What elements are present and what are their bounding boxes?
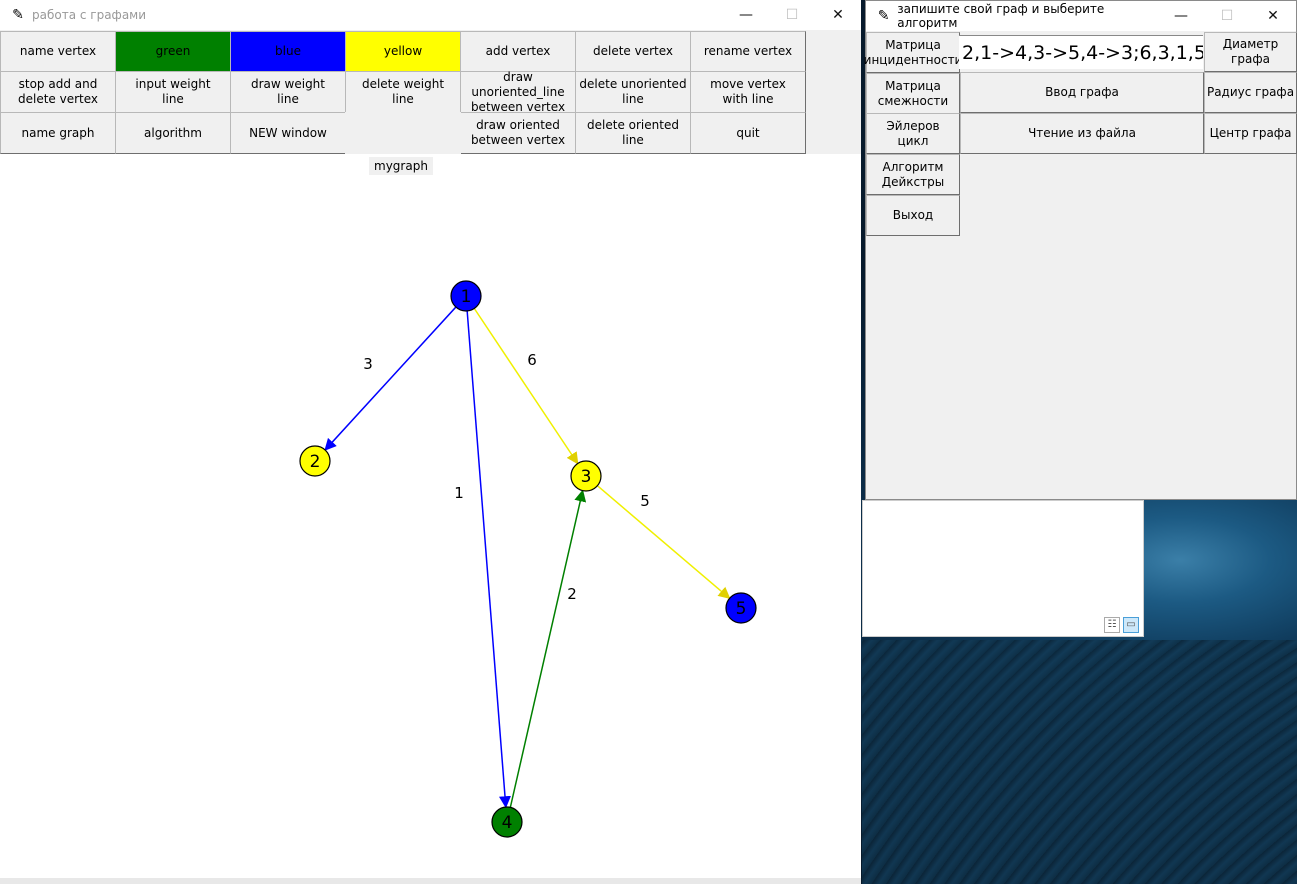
maximize-button[interactable]: ☐ [1204, 1, 1250, 31]
details-view-icon[interactable]: ☷ [1104, 617, 1120, 633]
input-graph-button[interactable]: Ввод графа [960, 72, 1204, 113]
new-window-button[interactable]: NEW window [230, 112, 346, 154]
main-titlebar: ✎ работа с графами — ☐ ✕ [0, 0, 861, 30]
vertex-label: 3 [581, 467, 592, 487]
empty-button-slot [345, 112, 461, 154]
feather-icon: ✎ [12, 7, 24, 23]
delete-weight-line-button[interactable]: delete weight line [345, 71, 461, 113]
algorithm-window: ✎ запишите свой граф и выберите алгоритм… [864, 0, 1297, 500]
read-file-button[interactable]: Чтение из файла [960, 113, 1204, 154]
incidence-matrix-button[interactable]: Матрица инцидентности [864, 32, 962, 73]
large-icons-view-icon[interactable]: ▭ [1123, 617, 1139, 633]
move-vertex-button[interactable]: move vertex with line [690, 71, 806, 113]
explorer-window-fragment: ☷ ▭ [862, 500, 1144, 637]
name-vertex-button[interactable]: name vertex [0, 31, 116, 72]
blue-color-button[interactable]: blue [230, 31, 346, 72]
graph-canvas[interactable]: 3 6 1 2 5 1 2 3 4 5 [0, 154, 861, 880]
delete-oriented-line-button[interactable]: delete oriented line [575, 112, 691, 154]
close-button[interactable]: ✕ [1250, 1, 1296, 31]
add-vertex-button[interactable]: add vertex [460, 31, 576, 72]
edge-weight-label: 1 [454, 484, 464, 502]
graph-drawing: 3 6 1 2 5 1 2 3 4 5 [299, 280, 757, 838]
edge-weight-label: 6 [527, 351, 537, 369]
adjacency-matrix-button[interactable]: Матрица смежности [866, 73, 960, 114]
draw-oriented-line-button[interactable]: draw oriented between vertex [460, 112, 576, 154]
edge-1-3[interactable] [473, 308, 579, 465]
graph-input-field[interactable]: 2,1->4,3->5,4->3;6,3,1,5,2 [959, 35, 1203, 69]
draw-unoriented-line-button[interactable]: draw unoriented_line between vertex [460, 70, 576, 114]
rename-vertex-button[interactable]: rename vertex [690, 31, 806, 72]
yellow-color-button[interactable]: yellow [345, 31, 461, 72]
vertex-label: 2 [310, 452, 321, 472]
radius-button[interactable]: Радиус графа [1204, 72, 1297, 113]
maximize-button[interactable]: ☐ [769, 0, 815, 30]
graph-name-label: mygraph [369, 157, 433, 175]
delete-vertex-button[interactable]: delete vertex [575, 31, 691, 72]
stop-add-delete-button[interactable]: stop add and delete vertex [0, 71, 116, 113]
edge-weight-label: 5 [640, 492, 650, 510]
dijkstra-button[interactable]: Алгоритм Дейкстры [866, 154, 960, 195]
diameter-button[interactable]: Диаметр графа [1204, 32, 1297, 72]
algorithm-button[interactable]: algorithm [115, 112, 231, 154]
green-color-button[interactable]: green [115, 31, 231, 72]
edge-1-4[interactable] [466, 310, 511, 809]
exit-button[interactable]: Выход [866, 195, 960, 236]
view-toggle-group: ☷ ▭ [1104, 617, 1139, 633]
close-button[interactable]: ✕ [815, 0, 861, 30]
vertex-label: 5 [736, 599, 747, 619]
draw-weight-line-button[interactable]: draw weight line [230, 71, 346, 113]
vertex-label: 1 [461, 287, 472, 307]
main-window-title: работа с графами [32, 8, 147, 22]
edge-weight-label: 2 [567, 585, 577, 603]
main-window: ✎ работа с графами — ☐ ✕ name vertex gree… [0, 0, 861, 884]
euler-cycle-button[interactable]: Эйлеров цикл [866, 113, 960, 154]
delete-unoriented-line-button[interactable]: delete unoriented line [575, 71, 691, 113]
vertex-label: 4 [502, 813, 513, 833]
name-graph-button[interactable]: name graph [0, 112, 116, 154]
edge-weight-label: 3 [363, 355, 373, 373]
desktop-wallpaper-texture [862, 640, 1297, 884]
algo-titlebar: ✎ запишите свой граф и выберите алгоритм… [866, 1, 1296, 31]
input-weight-line-button[interactable]: input weight line [115, 71, 231, 113]
minimize-button[interactable]: — [723, 0, 769, 30]
edge-4-3[interactable] [509, 489, 587, 808]
edge-3-5[interactable] [596, 485, 731, 600]
minimize-button[interactable]: — [1158, 1, 1204, 31]
algo-window-title: запишите свой граф и выберите алгоритм [897, 2, 1105, 30]
quit-button[interactable]: quit [690, 112, 806, 154]
bottom-edge [0, 878, 861, 884]
center-button[interactable]: Центр графа [1204, 113, 1297, 154]
feather-icon: ✎ [877, 8, 890, 24]
edge-1-2[interactable] [324, 306, 457, 451]
